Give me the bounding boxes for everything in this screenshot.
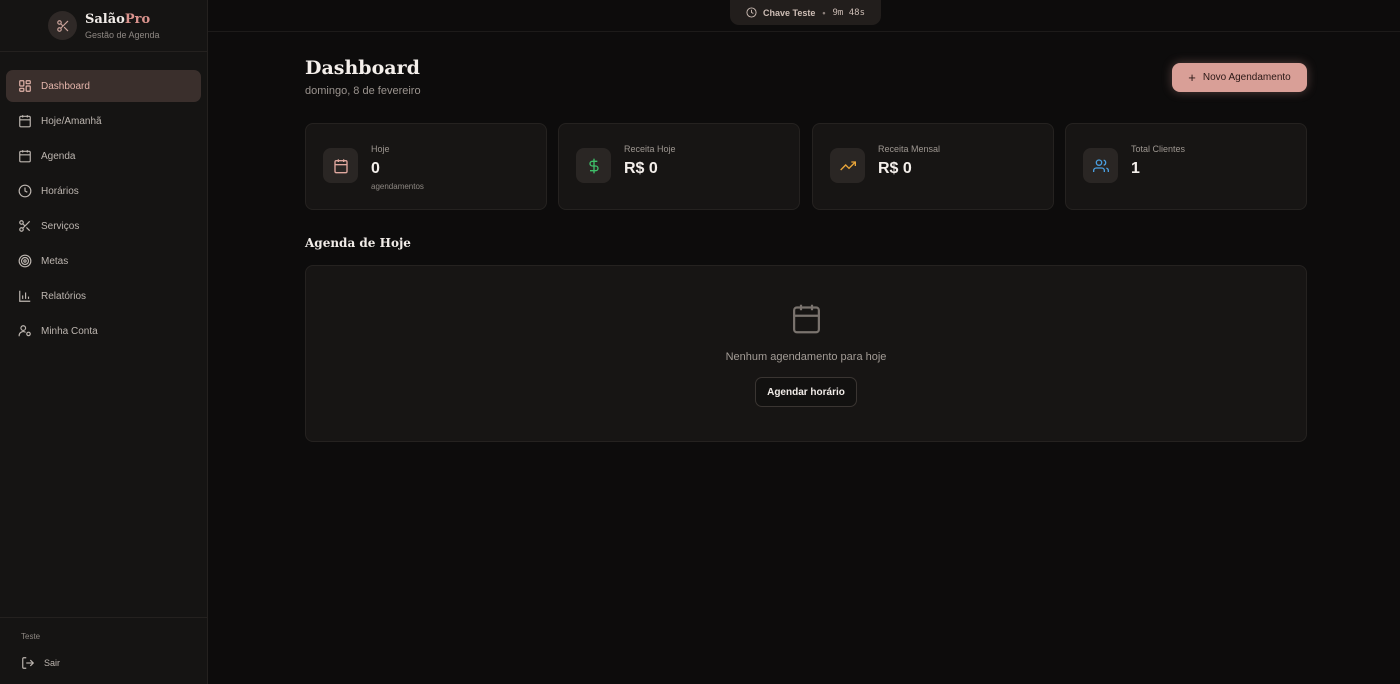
- scissors-icon: [48, 11, 77, 40]
- timer-separator: •: [822, 7, 826, 18]
- sidebar-item-label: Dashboard: [41, 80, 90, 92]
- stat-label: Total Clientes: [1131, 144, 1186, 154]
- new-appointment-button[interactable]: + Novo Agendamento: [1172, 63, 1307, 92]
- stat-card-hoje: Hoje 0 agendamentos: [305, 123, 547, 210]
- stat-value: R$ 0: [624, 160, 658, 177]
- sidebar-item-label: Minha Conta: [41, 325, 98, 337]
- sidebar-item-label: Hoje/Amanhã: [41, 115, 102, 127]
- schedule-appointment-button[interactable]: Agendar horário: [755, 377, 857, 407]
- stat-card-receita-hoje: Receita Hoje R$ 0: [558, 123, 800, 210]
- sidebar-item-minha-conta[interactable]: Minha Conta: [6, 315, 201, 347]
- current-user-name: Teste: [21, 632, 41, 641]
- agenda-section-title: Agenda de Hoje: [305, 236, 411, 250]
- topbar: Chave Teste • 9m 48s: [208, 0, 1400, 32]
- brand-name-accent: Pro: [124, 11, 151, 27]
- page-title: Dashboard: [305, 57, 420, 79]
- stat-card-total-clientes: Total Clientes 1: [1065, 123, 1307, 210]
- clock-icon: [746, 7, 757, 18]
- user-settings-icon: [18, 325, 31, 337]
- sidebar-item-dashboard[interactable]: Dashboard: [6, 70, 201, 102]
- brand[interactable]: SalãoPro Gestão de Agenda: [0, 0, 207, 52]
- stat-sub: agendamentos: [371, 182, 424, 191]
- sidebar: SalãoPro Gestão de Agenda Dashboard Hoje…: [0, 0, 208, 684]
- sidebar-footer: Teste Sair: [0, 617, 207, 684]
- brand-subtitle: Gestão de Agenda: [85, 29, 160, 40]
- sidebar-item-relatorios[interactable]: Relatórios: [6, 280, 201, 312]
- stat-label: Hoje: [371, 144, 390, 154]
- countdown-value: 9m 48s: [832, 7, 866, 18]
- stat-label: Receita Mensal: [878, 144, 941, 154]
- brand-name: SalãoPro: [85, 12, 160, 27]
- calendar-icon: [793, 304, 820, 334]
- sidebar-item-metas[interactable]: Metas: [6, 245, 201, 277]
- clock-icon: [18, 184, 32, 198]
- sidebar-item-servicos[interactable]: Serviços: [6, 210, 201, 242]
- calendar-icon: [19, 150, 31, 163]
- calendar-icon: [323, 148, 358, 183]
- sidebar-nav: Dashboard Hoje/Amanhã Agenda Horários Se…: [0, 52, 207, 347]
- users-icon: [1083, 148, 1118, 183]
- test-key-label: Chave Teste: [762, 7, 816, 18]
- page-date: domingo, 8 de fevereiro: [305, 85, 421, 97]
- stat-value: 0: [371, 160, 380, 177]
- sidebar-item-hoje-amanha[interactable]: Hoje/Amanhã: [6, 105, 201, 137]
- logout-label: Sair: [44, 658, 61, 668]
- sidebar-item-label: Serviços: [41, 220, 80, 232]
- target-icon: [18, 254, 32, 268]
- dashboard-icon: [19, 80, 31, 92]
- sidebar-item-label: Relatórios: [41, 290, 87, 302]
- agenda-empty-state: Nenhum agendamento para hoje Agendar hor…: [305, 265, 1307, 442]
- trending-up-icon: [830, 148, 865, 183]
- new-appointment-label: Novo Agendamento: [1202, 72, 1291, 83]
- sidebar-item-label: Horários: [41, 185, 79, 197]
- logout-icon: [22, 657, 35, 669]
- bar-chart-icon: [19, 290, 31, 302]
- stat-label: Receita Hoje: [624, 144, 676, 154]
- logout-button[interactable]: Sair: [21, 656, 60, 670]
- test-key-timer: Chave Teste • 9m 48s: [730, 0, 881, 25]
- brand-name-main: Salão: [85, 11, 125, 27]
- stat-value: R$ 0: [878, 160, 912, 177]
- stat-value: 1: [1131, 160, 1140, 177]
- scissors-icon: [19, 220, 31, 232]
- sidebar-item-label: Agenda: [41, 150, 76, 162]
- empty-state-text: Nenhum agendamento para hoje: [725, 351, 887, 363]
- plus-icon: +: [1188, 69, 1196, 85]
- sidebar-item-horarios[interactable]: Horários: [6, 175, 201, 207]
- dollar-icon: [576, 148, 611, 183]
- calendar-days-icon: [19, 115, 31, 128]
- sidebar-item-agenda[interactable]: Agenda: [6, 140, 201, 172]
- stat-card-receita-mensal: Receita Mensal R$ 0: [812, 123, 1054, 210]
- sidebar-item-label: Metas: [41, 255, 69, 267]
- brand-text: SalãoPro Gestão de Agenda: [85, 12, 160, 40]
